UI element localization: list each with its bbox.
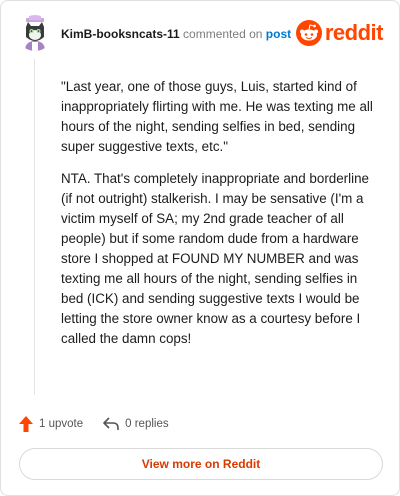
comment-paragraph-reply: NTA. That's completely inappropriate and… [61,171,369,346]
embed-card: KimB-booksncats-11 commented on post red… [0,0,400,496]
reddit-logo-icon [295,20,322,46]
upvote-arrow-icon [19,416,33,432]
reddit-wordmark: reddit [324,20,384,45]
post-link[interactable]: post [266,27,291,41]
user-avatar[interactable] [17,15,53,51]
action-text: commented on [183,27,263,41]
comment-attribution: KimB-booksncats-11 commented on post [61,27,291,41]
upvote-button[interactable]: 1 upvote [19,416,83,432]
comment-actions: 1 upvote 0 replies [19,415,189,433]
username-link[interactable]: KimB-booksncats-11 [61,27,180,41]
comment-header: KimB-booksncats-11 commented on post red… [17,15,384,55]
cat-avatar-icon [17,15,53,51]
reply-button[interactable]: 0 replies [103,417,169,431]
reply-arrow-icon [103,417,119,430]
view-more-button[interactable]: View more on Reddit [19,448,383,480]
thread-line [34,59,35,395]
comment-body: "Last year, one of those guys, Luis, sta… [61,77,379,361]
upvote-count: 1 upvote [39,418,84,430]
reply-count: 0 replies [125,418,169,430]
comment-paragraph-quote: "Last year, one of those guys, Luis, sta… [61,79,373,154]
reddit-brand-link[interactable]: reddit [295,19,384,47]
